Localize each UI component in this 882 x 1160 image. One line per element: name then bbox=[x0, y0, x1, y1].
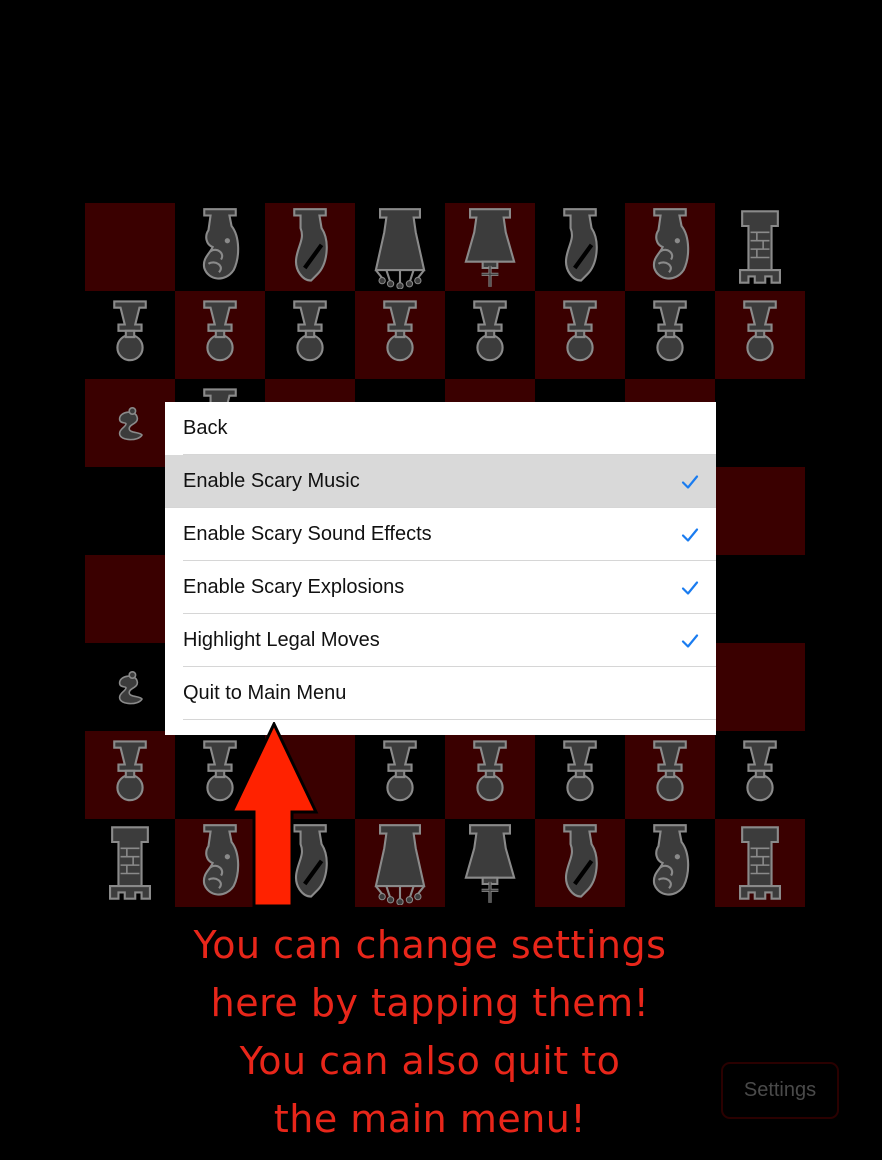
board-square[interactable] bbox=[715, 467, 805, 555]
board-square[interactable] bbox=[625, 291, 715, 379]
board-square[interactable] bbox=[445, 291, 535, 379]
board-square[interactable] bbox=[85, 291, 175, 379]
queen-piece-icon[interactable] bbox=[370, 821, 430, 905]
board-square[interactable] bbox=[355, 819, 445, 907]
menu-item-label: Highlight Legal Moves bbox=[183, 629, 380, 651]
board-square[interactable] bbox=[85, 643, 175, 731]
bishop-piece-icon[interactable] bbox=[550, 205, 610, 289]
board-square[interactable] bbox=[715, 203, 805, 291]
pawn-fallen-piece-icon[interactable] bbox=[108, 659, 152, 715]
board-square[interactable] bbox=[85, 203, 175, 291]
menu-item-enable-scary-explosions[interactable]: Enable Scary Explosions bbox=[165, 561, 716, 614]
board-square[interactable] bbox=[445, 203, 535, 291]
tutorial-line: here by tapping them! bbox=[210, 981, 650, 1025]
pawn-piece-icon[interactable] bbox=[370, 293, 430, 377]
menu-item-back[interactable]: Back bbox=[165, 402, 716, 455]
board-square[interactable] bbox=[535, 291, 625, 379]
board-square[interactable] bbox=[445, 819, 535, 907]
menu-item-enable-scary-music[interactable]: Enable Scary Music bbox=[165, 455, 716, 508]
bishop-piece-icon[interactable] bbox=[550, 821, 610, 905]
knight-piece-icon[interactable] bbox=[640, 821, 700, 905]
pawn-piece-icon[interactable] bbox=[640, 733, 700, 817]
board-square[interactable] bbox=[355, 203, 445, 291]
checkmark-icon bbox=[681, 633, 699, 648]
rook-piece-icon[interactable] bbox=[100, 821, 160, 905]
board-square[interactable] bbox=[175, 291, 265, 379]
checkmark-icon bbox=[681, 580, 699, 595]
tutorial-line: You can also quit to bbox=[239, 1039, 621, 1083]
menu-item-label: Enable Scary Explosions bbox=[183, 576, 405, 598]
board-square[interactable] bbox=[85, 819, 175, 907]
knight-piece-icon[interactable] bbox=[190, 205, 250, 289]
board-square[interactable] bbox=[715, 731, 805, 819]
board-square[interactable] bbox=[535, 203, 625, 291]
board-square[interactable] bbox=[625, 203, 715, 291]
menu-item-label: Enable Scary Music bbox=[183, 470, 360, 492]
board-square[interactable] bbox=[535, 819, 625, 907]
board-square[interactable] bbox=[715, 819, 805, 907]
tutorial-line: You can change settings bbox=[193, 923, 667, 967]
pawn-piece-icon[interactable] bbox=[100, 733, 160, 817]
board-square[interactable] bbox=[265, 203, 355, 291]
board-square[interactable] bbox=[85, 555, 175, 643]
red-arrow-pointer bbox=[230, 722, 319, 908]
board-square[interactable] bbox=[625, 819, 715, 907]
board-square[interactable] bbox=[445, 731, 535, 819]
board-square[interactable] bbox=[715, 555, 805, 643]
pawn-piece-icon[interactable] bbox=[460, 293, 520, 377]
pawn-piece-icon[interactable] bbox=[550, 733, 610, 817]
menu-item-label: Enable Scary Sound Effects bbox=[183, 523, 432, 545]
king-piece-icon[interactable] bbox=[460, 205, 520, 289]
king-piece-icon[interactable] bbox=[460, 821, 520, 905]
pawn-piece-icon[interactable] bbox=[550, 293, 610, 377]
board-square[interactable] bbox=[265, 291, 355, 379]
checkmark-icon bbox=[681, 474, 699, 489]
pawn-piece-icon[interactable] bbox=[640, 293, 700, 377]
bishop-piece-icon[interactable] bbox=[280, 205, 340, 289]
settings-button[interactable]: Settings bbox=[721, 1062, 839, 1119]
rook-piece-icon[interactable] bbox=[730, 205, 790, 289]
menu-item-label: Quit to Main Menu bbox=[183, 682, 347, 704]
settings-menu: Back Enable Scary Music Enable Scary Sound… bbox=[165, 402, 716, 735]
pawn-piece-icon[interactable] bbox=[730, 293, 790, 377]
tutorial-line: the main menu! bbox=[273, 1097, 587, 1141]
board-square[interactable] bbox=[715, 643, 805, 731]
board-square[interactable] bbox=[715, 379, 805, 467]
pawn-piece-icon[interactable] bbox=[730, 733, 790, 817]
menu-item-highlight-legal-moves[interactable]: Highlight Legal Moves bbox=[165, 614, 716, 667]
rook-piece-icon[interactable] bbox=[730, 821, 790, 905]
pawn-piece-icon[interactable] bbox=[280, 293, 340, 377]
queen-piece-icon[interactable] bbox=[370, 205, 430, 289]
knight-piece-icon[interactable] bbox=[640, 205, 700, 289]
board-square[interactable] bbox=[715, 291, 805, 379]
pawn-piece-icon[interactable] bbox=[190, 293, 250, 377]
tutorial-text: You can change settings here by tapping … bbox=[130, 916, 730, 1148]
pawn-piece-icon[interactable] bbox=[100, 293, 160, 377]
board-square[interactable] bbox=[175, 203, 265, 291]
board-square[interactable] bbox=[85, 731, 175, 819]
board-square[interactable] bbox=[85, 379, 175, 467]
menu-item-quit-to-main-menu[interactable]: Quit to Main Menu bbox=[165, 667, 716, 720]
board-square[interactable] bbox=[355, 731, 445, 819]
pawn-piece-icon[interactable] bbox=[370, 733, 430, 817]
board-square[interactable] bbox=[355, 291, 445, 379]
menu-item-enable-scary-sound-effects[interactable]: Enable Scary Sound Effects bbox=[165, 508, 716, 561]
checkmark-icon bbox=[681, 527, 699, 542]
pawn-piece-icon[interactable] bbox=[460, 733, 520, 817]
board-square[interactable] bbox=[535, 731, 625, 819]
board-square[interactable] bbox=[85, 467, 175, 555]
board-square[interactable] bbox=[625, 731, 715, 819]
pawn-fallen-piece-icon[interactable] bbox=[108, 395, 152, 451]
menu-item-label: Back bbox=[183, 417, 228, 439]
